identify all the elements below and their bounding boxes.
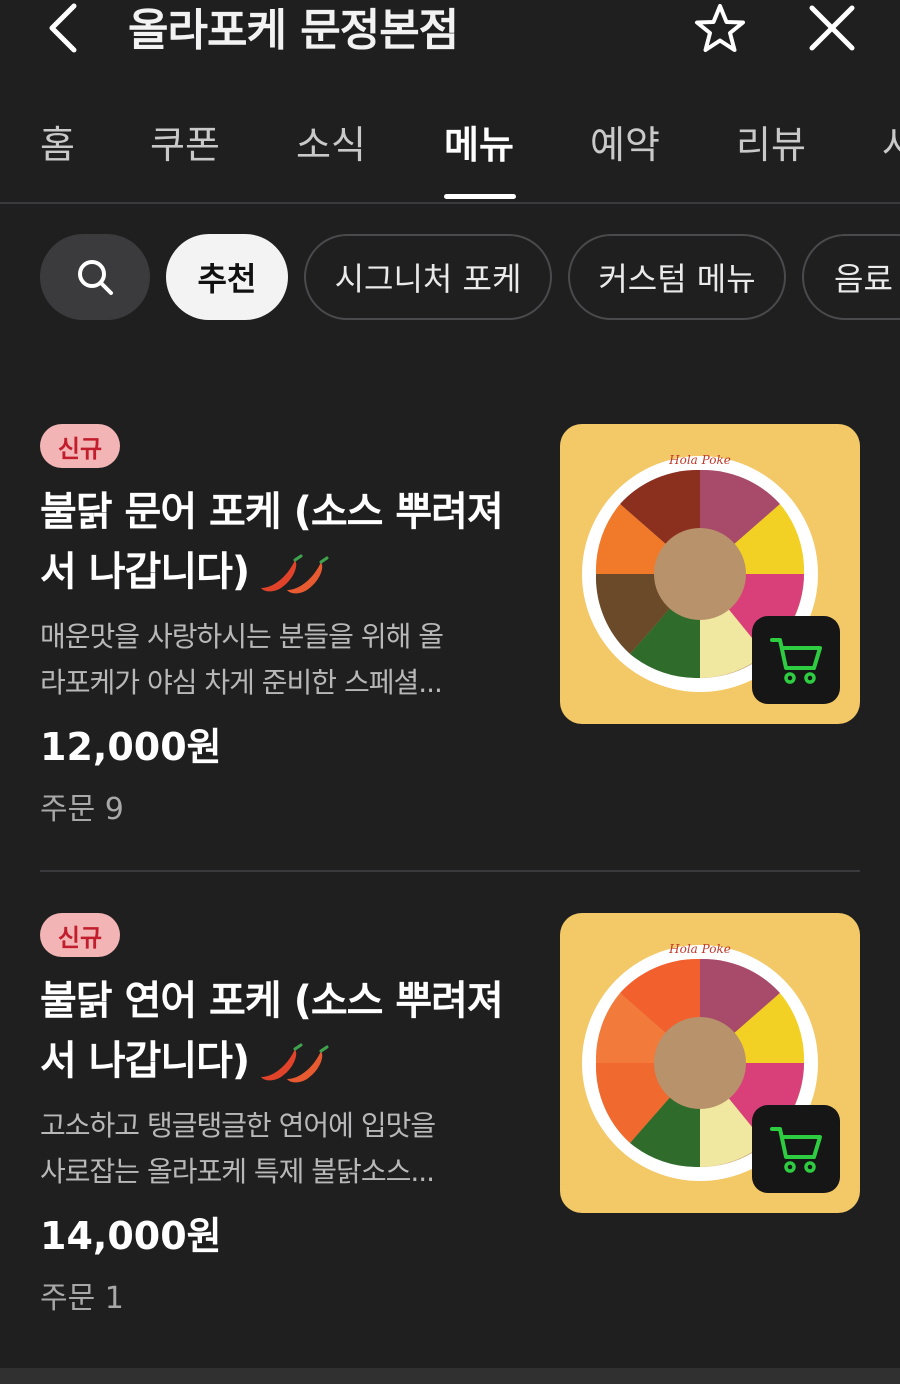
chip-drinks[interactable]: 음료 bbox=[802, 234, 900, 320]
category-chip-bar: 추천 시그니처 포케 커스텀 메뉴 음료 bbox=[0, 234, 900, 324]
search-icon bbox=[78, 260, 113, 295]
cart-icon bbox=[770, 638, 822, 684]
page-title: 올라포케 문정본점 bbox=[128, 5, 459, 56]
bowl-rim-text: Hola Poke bbox=[668, 942, 731, 956]
tab-home[interactable]: 홈 bbox=[40, 114, 75, 169]
menu-item-price: 12,000원 bbox=[40, 725, 222, 769]
bowl-rim-text: Hola Poke bbox=[668, 453, 731, 467]
menu-item-name: 불닭 연어 포케 (소스 뿌려져서 나갑니다) bbox=[40, 978, 504, 1084]
cart-icon bbox=[770, 1127, 822, 1173]
menu-item-order-count: 주문 1 bbox=[40, 1281, 124, 1316]
tab-menu[interactable]: 메뉴 bbox=[444, 114, 514, 169]
chip-recommended[interactable]: 추천 bbox=[166, 234, 288, 320]
active-tab-indicator bbox=[444, 194, 516, 199]
new-badge: 신규 bbox=[40, 913, 120, 957]
tab-coupon[interactable]: 쿠폰 bbox=[150, 114, 220, 169]
chili-pepper-icon bbox=[261, 1043, 329, 1083]
menu-search-button[interactable] bbox=[40, 234, 150, 320]
menu-item-order-count: 주문 9 bbox=[40, 792, 124, 827]
add-to-cart-button[interactable] bbox=[752, 616, 840, 704]
menu-item-image[interactable]: Hola Poke bbox=[560, 913, 860, 1213]
menu-item-price: 14,000원 bbox=[40, 1214, 222, 1258]
chevron-left-icon[interactable] bbox=[40, 0, 90, 56]
add-to-cart-button[interactable] bbox=[752, 1105, 840, 1193]
chili-pepper-icon bbox=[261, 554, 329, 594]
item-divider bbox=[40, 870, 860, 872]
store-tab-bar: 홈 쿠폰 소식 메뉴 예약 리뷰 사 bbox=[0, 100, 900, 204]
close-icon[interactable] bbox=[806, 4, 858, 52]
tab-more[interactable]: 사 bbox=[882, 114, 900, 169]
app-header: 올라포케 문정본점 bbox=[0, 0, 900, 60]
tab-news[interactable]: 소식 bbox=[296, 114, 366, 169]
bottom-bar bbox=[0, 1368, 900, 1384]
tab-reservation[interactable]: 예약 bbox=[590, 114, 660, 169]
menu-item-description: 매운맛을 사랑하시는 분들을 위해 올 라포케가 야심 차게 준비한 스페셜..… bbox=[40, 620, 444, 699]
menu-item-description: 고소하고 탱글탱글한 연어에 입맛을 사로잡는 올라포케 특제 불닭소스... bbox=[40, 1109, 436, 1188]
menu-item-name: 불닭 문어 포케 (소스 뿌려져서 나갑니다) bbox=[40, 489, 504, 595]
tab-review[interactable]: 리뷰 bbox=[736, 114, 806, 169]
star-outline-icon[interactable] bbox=[692, 2, 748, 56]
menu-item-image[interactable]: Hola Poke bbox=[560, 424, 860, 724]
chip-custom-menu[interactable]: 커스텀 메뉴 bbox=[568, 234, 786, 320]
chip-signature-poke[interactable]: 시그니처 포케 bbox=[304, 234, 552, 320]
new-badge: 신규 bbox=[40, 424, 120, 468]
